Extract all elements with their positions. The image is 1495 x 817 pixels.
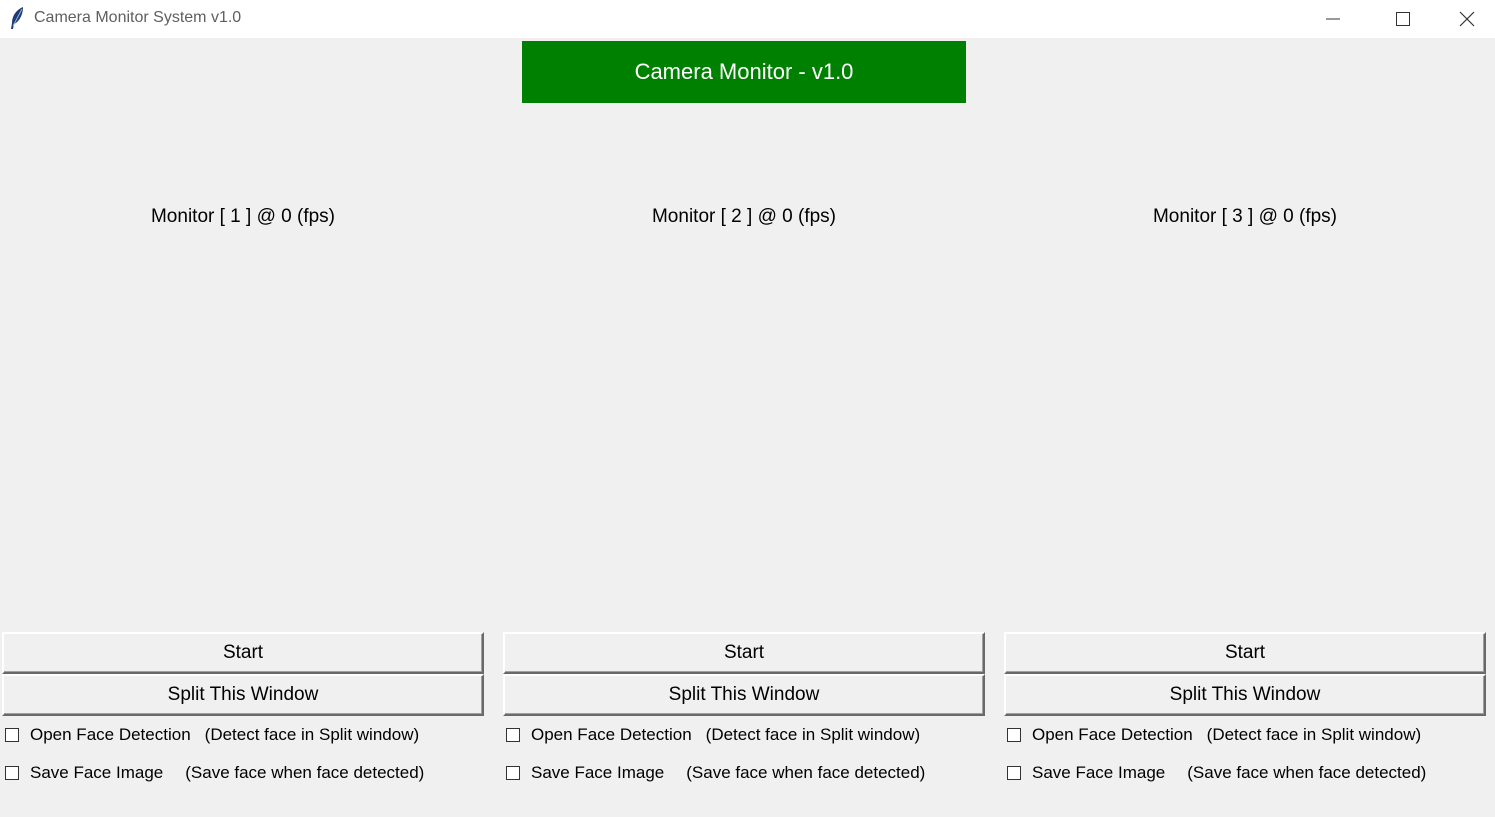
save-face-note: (Save face when face detected) <box>185 763 425 782</box>
monitor-2-save-face-option[interactable]: Save Face Image (Save face when face det… <box>506 761 925 785</box>
minimize-icon <box>1326 18 1340 20</box>
monitor-3-face-detection-option[interactable]: Open Face Detection (Detect face in Spli… <box>1007 723 1421 747</box>
face-detection-label: Open Face Detection <box>531 725 692 744</box>
window-titlebar: Camera Monitor System v1.0 <box>0 0 1495 38</box>
monitor-2-face-detection-option[interactable]: Open Face Detection (Detect face in Spli… <box>506 723 920 747</box>
face-detection-note: (Detect face in Split window) <box>1206 725 1422 744</box>
save-face-note: (Save face when face detected) <box>1187 763 1427 782</box>
face-detection-label: Open Face Detection <box>30 725 191 744</box>
feather-icon <box>11 7 23 29</box>
maximize-icon <box>1396 12 1410 26</box>
face-detection-note: (Detect face in Split window) <box>705 725 921 744</box>
face-detection-label: Open Face Detection <box>1032 725 1193 744</box>
monitor-2-face-detection-checkbox[interactable] <box>506 728 520 742</box>
monitor-3-save-face-checkbox[interactable] <box>1007 766 1021 780</box>
monitor-1-label: Monitor [ 1 ] @ 0 (fps) <box>150 206 335 227</box>
monitor-3-split-button[interactable]: Split This Window <box>1004 674 1486 716</box>
monitor-1-face-detection-option[interactable]: Open Face Detection (Detect face in Spli… <box>5 723 419 747</box>
monitor-1-save-face-option[interactable]: Save Face Image (Save face when face det… <box>5 761 424 785</box>
window-title: Camera Monitor System v1.0 <box>34 9 242 26</box>
face-detection-note: (Detect face in Split window) <box>204 725 420 744</box>
monitor-1-face-detection-checkbox[interactable] <box>5 728 19 742</box>
monitor-3-face-detection-checkbox[interactable] <box>1007 728 1021 742</box>
save-face-label: Save Face Image <box>1032 763 1166 782</box>
monitor-2-split-button[interactable]: Split This Window <box>503 674 985 716</box>
monitor-1-save-face-checkbox[interactable] <box>5 766 19 780</box>
monitor-1-split-button[interactable]: Split This Window <box>2 674 484 716</box>
monitor-1-start-button[interactable]: Start <box>2 632 484 674</box>
save-face-label: Save Face Image <box>531 763 665 782</box>
monitor-3-save-face-option[interactable]: Save Face Image (Save face when face det… <box>1007 761 1426 785</box>
maximize-button[interactable] <box>1368 0 1438 38</box>
close-icon <box>1459 11 1474 27</box>
app-banner: Camera Monitor - v1.0 <box>522 41 966 103</box>
save-face-label: Save Face Image <box>30 763 164 782</box>
monitor-2-label: Monitor [ 2 ] @ 0 (fps) <box>651 206 836 227</box>
save-face-note: (Save face when face detected) <box>686 763 926 782</box>
monitor-2-save-face-checkbox[interactable] <box>506 766 520 780</box>
minimize-button[interactable] <box>1298 0 1368 38</box>
monitor-3-label: Monitor [ 3 ] @ 0 (fps) <box>1152 206 1337 227</box>
monitor-2-start-button[interactable]: Start <box>503 632 985 674</box>
close-button[interactable] <box>1438 0 1495 38</box>
monitor-3-start-button[interactable]: Start <box>1004 632 1486 674</box>
